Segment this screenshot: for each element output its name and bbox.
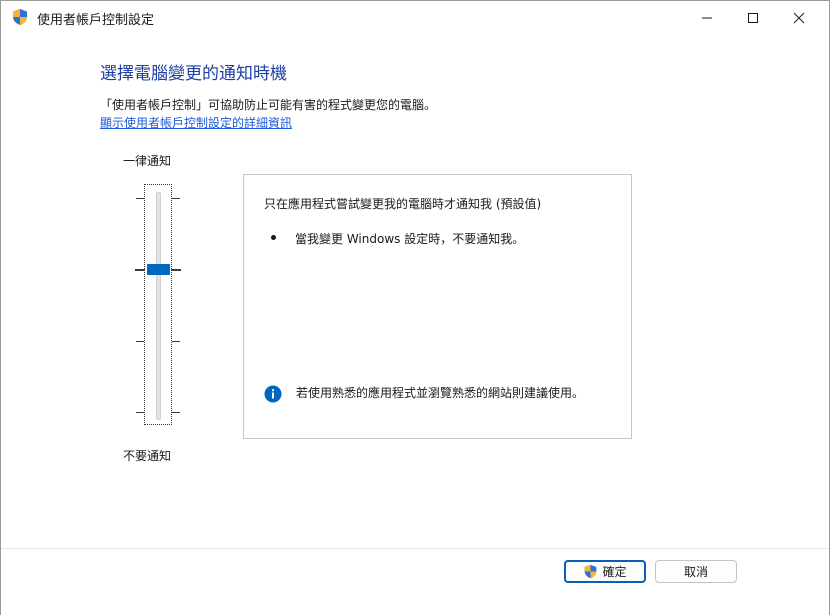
recommendation-text: 若使用熟悉的應用程式並瀏覽熟悉的網站則建議使用。 — [296, 386, 585, 400]
ok-button-label: 確定 — [602, 565, 627, 579]
close-button[interactable] — [776, 1, 822, 34]
slider-tick — [136, 341, 144, 342]
slider-tick — [171, 269, 181, 271]
maximize-icon — [748, 12, 758, 23]
slider-tick — [136, 412, 144, 413]
slider-bottom-label: 不要通知 — [123, 449, 172, 463]
description-text: 「使用者帳戶控制」可協助防止可能有害的程式變更您的電腦。 — [100, 98, 437, 112]
bullet-icon — [271, 235, 276, 240]
slider-tick — [172, 412, 180, 413]
uac-shield-icon — [13, 9, 27, 25]
minimize-icon — [702, 17, 712, 18]
slider-tick — [135, 269, 145, 271]
slider-track[interactable] — [156, 192, 161, 420]
slider-top-label: 一律通知 — [123, 154, 172, 168]
minimize-button[interactable] — [684, 1, 730, 34]
window-title: 使用者帳戶控制設定 — [37, 13, 155, 28]
ok-button[interactable]: 確定 — [564, 560, 646, 583]
cancel-button-label: 取消 — [683, 565, 708, 579]
slider-thumb[interactable] — [147, 264, 170, 275]
page-heading: 選擇電腦變更的通知時機 — [100, 64, 287, 84]
details-link[interactable]: 顯示使用者帳戶控制設定的詳細資訊 — [100, 114, 292, 131]
panel-title: 只在應用程式嘗試變更我的電腦時才通知我 (預設值) — [264, 197, 542, 211]
close-icon — [793, 12, 805, 23]
title-bar[interactable]: 使用者帳戶控制設定 — [1, 1, 829, 34]
info-icon — [264, 385, 282, 403]
uac-shield-icon — [585, 564, 597, 579]
slider-tick — [172, 198, 180, 199]
maximize-button[interactable] — [730, 1, 776, 34]
uac-settings-window: 使用者帳戶控制設定 選擇電腦變更的通知時機 「使用者帳戶控制」可協助防止可能有害… — [0, 0, 830, 615]
slider-tick — [136, 198, 144, 199]
cancel-button[interactable]: 取消 — [655, 560, 737, 583]
slider-tick — [172, 341, 180, 342]
panel-bullet-text: 當我變更 Windows 設定時，不要通知我。 — [295, 232, 525, 246]
